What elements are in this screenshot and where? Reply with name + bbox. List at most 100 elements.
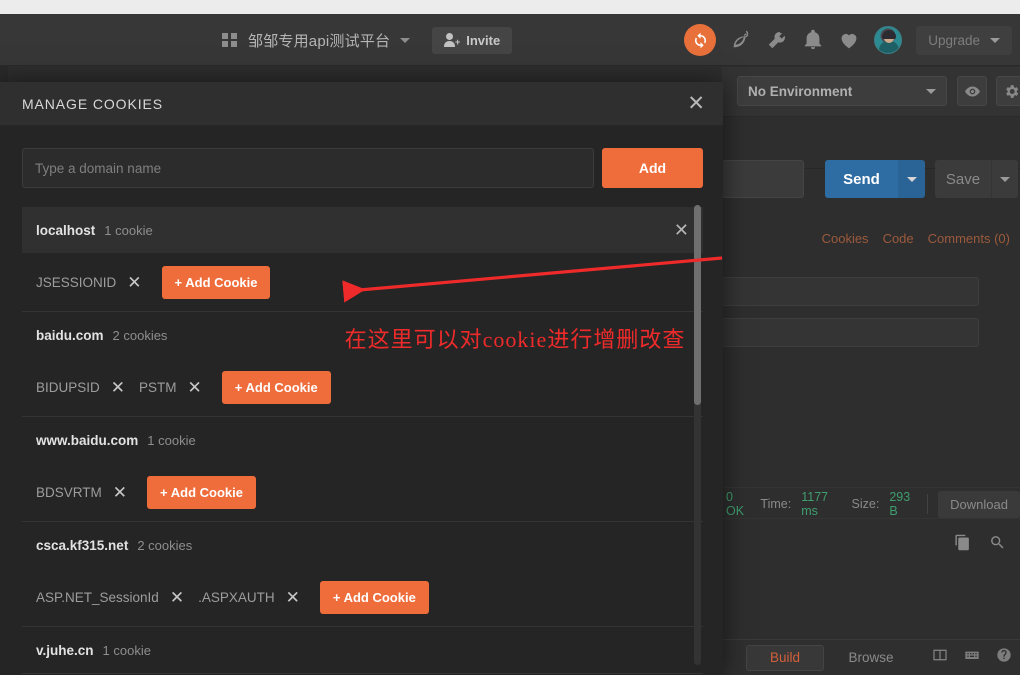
- comments-link[interactable]: Comments (0): [928, 231, 1010, 246]
- url-input[interactable]: [722, 160, 804, 198]
- domain-cookie-count: 2 cookies: [137, 537, 193, 553]
- domain-name: www.baidu.com: [36, 432, 139, 448]
- upgrade-button[interactable]: Upgrade: [916, 25, 1012, 55]
- domain-name: csca.kf315.net: [36, 537, 129, 553]
- add-cookie-button[interactable]: + Add Cookie: [147, 475, 256, 509]
- add-cookie-button[interactable]: + Add Cookie: [221, 370, 331, 404]
- keyboard-icon[interactable]: [964, 647, 980, 668]
- domain-cookie-count: 1 cookie: [102, 642, 151, 658]
- save-options-button[interactable]: [991, 160, 1018, 198]
- remove-domain-icon[interactable]: ✕: [674, 221, 689, 239]
- sync-icon[interactable]: [684, 24, 717, 56]
- modal-header: MANAGE COOKIES ✕: [0, 82, 723, 126]
- divider: [927, 494, 929, 514]
- response-size-label: Size:: [851, 497, 880, 511]
- search-icon[interactable]: [989, 534, 1006, 556]
- cookie-row: BIDUPSID ✕ PSTM ✕ + Add Cookie: [22, 358, 703, 416]
- environment-selected-label: No Environment: [748, 83, 853, 99]
- domain-name: v.juhe.cn: [36, 642, 94, 658]
- manage-cookies-modal: MANAGE COOKIES ✕ Add localhost 1 cookie …: [0, 82, 723, 675]
- code-link[interactable]: Code: [883, 231, 914, 246]
- eye-icon: [964, 86, 980, 96]
- close-icon[interactable]: ✕: [188, 379, 202, 396]
- modal-title: MANAGE COOKIES: [22, 95, 163, 112]
- invite-button[interactable]: + Invite: [432, 26, 513, 54]
- settings-button[interactable]: [996, 76, 1020, 106]
- close-icon[interactable]: ✕: [127, 274, 141, 291]
- cookies-link[interactable]: Cookies: [822, 231, 869, 246]
- domain-header[interactable]: localhost 1 cookie ✕: [22, 207, 703, 253]
- bottom-bar: Build Browse: [722, 639, 1020, 675]
- domain-cookie-count: 1 cookie: [104, 222, 153, 238]
- send-options-button[interactable]: [898, 160, 925, 198]
- cookie-row: BDSVRTM ✕ + Add Cookie: [22, 463, 703, 521]
- domain-header[interactable]: www.baidu.com 1 cookie: [22, 417, 703, 463]
- cookie-name[interactable]: PSTM: [139, 380, 177, 395]
- cookie-name[interactable]: ASP.NET_SessionId: [36, 590, 159, 605]
- modal-body: Add localhost 1 cookie ✕ JSESSIONID ✕ + …: [0, 126, 723, 675]
- download-button[interactable]: Download: [938, 490, 1020, 518]
- domain-block: csca.kf315.net 2 cookies ASP.NET_Session…: [22, 522, 703, 627]
- response-size-value: 293 B: [889, 490, 911, 518]
- bell-icon[interactable]: [802, 29, 824, 51]
- cookie-name[interactable]: .ASPXAUTH: [198, 590, 275, 605]
- close-icon[interactable]: ✕: [111, 379, 125, 396]
- save-button[interactable]: Save: [935, 160, 991, 198]
- domain-cookie-count: 1 cookie: [147, 432, 196, 448]
- response-time-label: Time:: [760, 497, 792, 511]
- close-icon[interactable]: ✕: [113, 484, 127, 501]
- help-icon[interactable]: [996, 647, 1012, 668]
- heart-icon[interactable]: [838, 29, 860, 51]
- cookie-name[interactable]: JSESSIONID: [36, 275, 116, 290]
- modal-scrollbar-thumb[interactable]: [694, 205, 701, 405]
- wrench-icon[interactable]: [766, 29, 788, 51]
- cookie-name[interactable]: BIDUPSID: [36, 380, 100, 395]
- two-pane-icon[interactable]: [932, 647, 948, 668]
- annotation-text: 在这里可以对cookie进行增删改查: [344, 327, 686, 352]
- domain-cookie-count: 2 cookies: [112, 327, 168, 343]
- send-button[interactable]: Send: [825, 160, 898, 198]
- domain-block: v.juhe.cn 1 cookie: [22, 627, 703, 674]
- add-cookie-button[interactable]: + Add Cookie: [161, 265, 271, 299]
- header-center-group: 邹邹专用api测试平台 + Invite: [222, 14, 513, 66]
- broadcast-icon[interactable]: [730, 29, 752, 51]
- response-time-value: 1177 ms: [801, 490, 829, 518]
- cookie-name[interactable]: BDSVRTM: [36, 485, 102, 500]
- chevron-down-icon: [926, 88, 936, 94]
- response-status: 0 OK: [726, 490, 745, 518]
- chevron-down-icon: [990, 37, 1000, 43]
- copy-icon[interactable]: [954, 534, 971, 556]
- invite-label: Invite: [466, 32, 501, 48]
- app-header: 邹邹专用api测试平台 + Invite Upgrade: [0, 14, 1020, 66]
- bottom-icon-group: [932, 647, 1012, 668]
- chevron-down-icon[interactable]: [400, 37, 411, 43]
- workspace-name[interactable]: 邹邹专用api测试平台: [248, 30, 390, 51]
- environment-quicklook-button[interactable]: [957, 76, 987, 106]
- close-icon[interactable]: ✕: [170, 589, 184, 606]
- domain-name-input[interactable]: [22, 148, 594, 188]
- tab-browse[interactable]: Browse: [832, 645, 910, 671]
- cookie-row: ASP.NET_SessionId ✕ .ASPXAUTH ✕ + Add Co…: [22, 568, 703, 626]
- close-icon[interactable]: ✕: [687, 93, 705, 114]
- param-value-input[interactable]: [722, 318, 979, 347]
- domain-name: localhost: [36, 222, 96, 238]
- param-key-input[interactable]: [722, 277, 979, 306]
- add-cookie-button[interactable]: + Add Cookie: [319, 580, 429, 614]
- upgrade-label: Upgrade: [928, 32, 980, 48]
- app-root: 邹邹专用api测试平台 + Invite Upgrade No Environm…: [0, 0, 1020, 675]
- person-add-icon: +: [444, 33, 460, 47]
- response-toolbar: [954, 534, 1006, 556]
- avatar[interactable]: [874, 26, 903, 54]
- domain-block: www.baidu.com 1 cookie BDSVRTM ✕ + Add C…: [22, 417, 703, 522]
- close-icon[interactable]: ✕: [286, 589, 300, 606]
- domain-header[interactable]: csca.kf315.net 2 cookies: [22, 522, 703, 568]
- domain-add-row: Add: [0, 126, 723, 188]
- domain-name: baidu.com: [36, 327, 104, 343]
- grid-icon: [222, 32, 238, 48]
- tab-build[interactable]: Build: [746, 644, 824, 671]
- add-domain-button[interactable]: Add: [602, 148, 703, 188]
- window-chrome-strip: [0, 0, 1020, 14]
- environment-selector[interactable]: No Environment: [737, 76, 947, 106]
- domain-header[interactable]: v.juhe.cn 1 cookie: [22, 627, 703, 673]
- gear-icon: [1005, 84, 1018, 98]
